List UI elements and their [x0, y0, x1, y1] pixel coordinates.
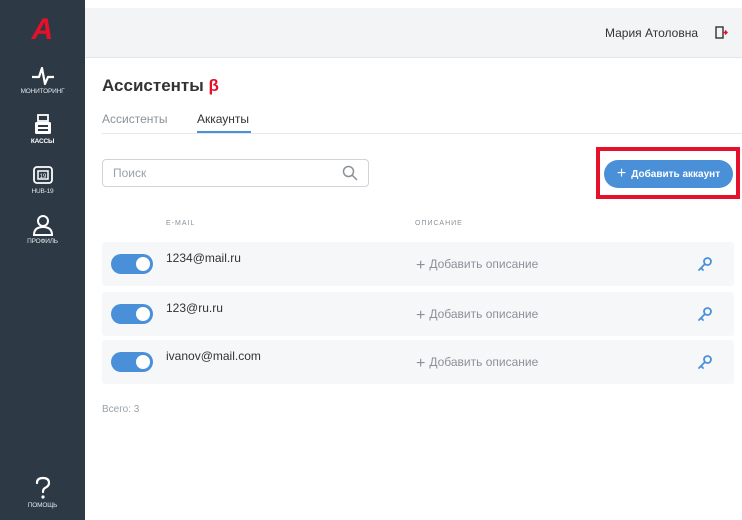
search-box[interactable] — [102, 159, 369, 187]
sidebar-item-hub19[interactable]: 19 HUB-19 — [0, 164, 85, 195]
hub-device-icon: 19 — [32, 166, 53, 184]
plus-icon: + — [416, 355, 426, 372]
search-icon[interactable] — [342, 165, 358, 181]
search-input[interactable] — [113, 165, 333, 181]
page-title-text: Ассистенты — [102, 76, 204, 95]
account-email: ivanov@mail.com — [166, 349, 261, 363]
sidebar-item-kassy[interactable]: КАССЫ — [0, 114, 85, 145]
plus-icon: + — [616, 165, 627, 182]
toggle-knob — [136, 355, 150, 369]
table-row: 1234@mail.ru + Добавить описание — [102, 242, 734, 286]
toggle-knob — [136, 307, 150, 321]
sidebar-item-profile[interactable]: ПРОФИЛЬ — [0, 214, 85, 245]
sidebar-item-label: ПРОФИЛЬ — [27, 238, 58, 245]
add-description-label: Добавить описание — [429, 307, 539, 321]
account-email: 123@ru.ru — [166, 301, 223, 315]
account-email: 1234@mail.ru — [166, 251, 241, 265]
column-header-email: E-MAIL — [166, 220, 196, 227]
active-tab-indicator — [197, 131, 251, 133]
user-icon — [32, 215, 53, 236]
key-icon[interactable] — [697, 256, 713, 272]
sidebar-item-label: КАССЫ — [30, 138, 55, 145]
page-title: Ассистенты β — [102, 76, 219, 96]
add-account-label: Добавить аккаунт — [631, 168, 721, 180]
sidebar-item-label: МОНИТОРИНГ — [20, 88, 65, 95]
sidebar-item-monitoring[interactable]: МОНИТОРИНГ — [0, 66, 85, 95]
header-bar: Мария Атоловна — [85, 8, 742, 58]
cash-register-icon — [34, 114, 51, 134]
sidebar: A МОНИТОРИНГ КАССЫ 19 HUB-19 ПРОФИЛЬ ПОМ… — [0, 0, 85, 520]
add-description-button[interactable]: + Добавить описание — [416, 257, 538, 275]
tab-assistants[interactable]: Ассистенты — [102, 112, 168, 126]
table-row: 123@ru.ru + Добавить описание — [102, 292, 734, 336]
add-description-label: Добавить описание — [429, 355, 539, 369]
account-enabled-toggle[interactable] — [111, 254, 153, 274]
toggle-knob — [136, 257, 150, 271]
column-header-description: ОПИСАНИЕ — [415, 220, 463, 227]
app-logo[interactable]: A — [0, 10, 85, 50]
svg-text:19: 19 — [39, 174, 46, 180]
logout-button[interactable] — [715, 26, 728, 44]
question-icon — [35, 476, 50, 499]
total-count: Всего: 3 — [102, 404, 140, 415]
pulse-icon — [31, 66, 54, 86]
add-description-label: Добавить описание — [429, 257, 539, 271]
sidebar-item-help[interactable]: ПОМОЩЬ — [0, 476, 85, 509]
add-description-button[interactable]: + Добавить описание — [416, 307, 538, 325]
tab-accounts[interactable]: Аккаунты — [197, 112, 249, 126]
add-account-button[interactable]: + Добавить аккаунт — [604, 160, 733, 188]
logout-icon — [715, 26, 728, 39]
user-name[interactable]: Мария Атоловна — [605, 26, 698, 40]
sidebar-item-label: HUB-19 — [31, 188, 54, 195]
plus-icon: + — [416, 257, 426, 274]
key-icon[interactable] — [697, 306, 713, 322]
sidebar-item-label: ПОМОЩЬ — [27, 502, 58, 509]
account-enabled-toggle[interactable] — [111, 352, 153, 372]
plus-icon: + — [416, 307, 426, 324]
beta-badge: β — [208, 76, 219, 95]
table-row: ivanov@mail.com + Добавить описание — [102, 340, 734, 384]
add-description-button[interactable]: + Добавить описание — [416, 355, 538, 373]
tabs-divider — [102, 133, 742, 134]
key-icon[interactable] — [697, 354, 713, 370]
account-enabled-toggle[interactable] — [111, 304, 153, 324]
